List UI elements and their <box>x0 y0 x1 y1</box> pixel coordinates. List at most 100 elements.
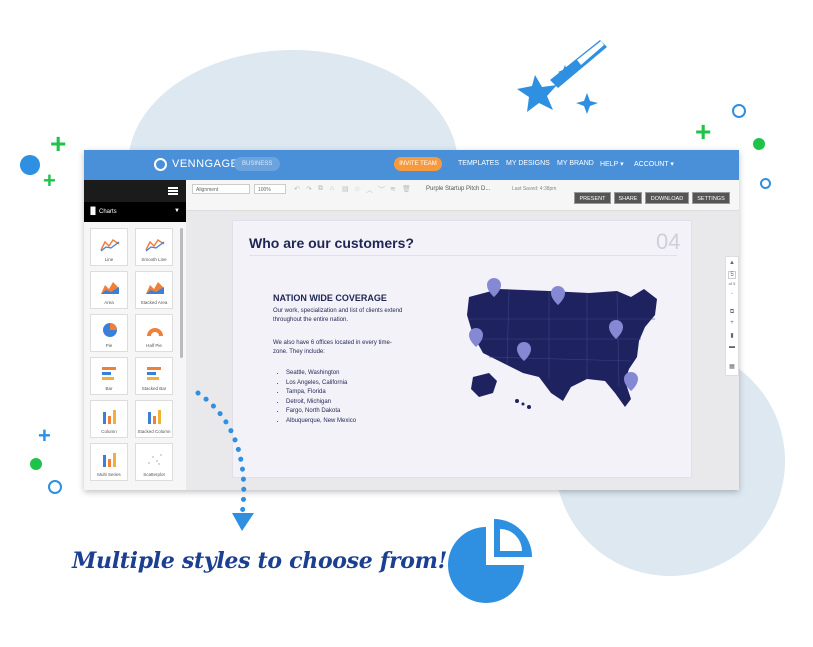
nav-account[interactable]: ACCOUNT ▾ <box>634 160 674 168</box>
settings-button[interactable]: SETTINGS <box>692 192 730 204</box>
grid-icon[interactable]: ▦ <box>726 363 738 370</box>
slide-canvas[interactable]: Who are our customers? 04 NATION WIDE CO… <box>232 220 692 478</box>
chart-tile-stacked-bar[interactable]: Stacked Bar <box>135 357 173 395</box>
copy-icon[interactable]: ⧉ <box>318 185 323 193</box>
pie-chart-icon <box>448 519 532 603</box>
add-page-icon[interactable]: + <box>726 320 738 326</box>
plus-decoration: + <box>50 128 67 159</box>
present-button[interactable]: PRESENT <box>574 192 611 204</box>
chart-tile-stacked-column[interactable]: Stacked Column <box>135 400 173 438</box>
us-map-image[interactable] <box>459 269 669 419</box>
plus-decoration: + <box>43 168 56 193</box>
delete-page-icon[interactable]: ▮ <box>726 332 738 339</box>
dot-decoration <box>753 138 765 150</box>
plan-badge: BUSINESS <box>234 157 281 171</box>
download-button[interactable]: DOWNLOAD <box>645 192 689 204</box>
zoom-select[interactable]: 100% <box>254 184 286 194</box>
chart-type-panel: Line Smooth Line Area Stacked Area Pie Half P… <box>84 222 186 490</box>
chart-tile-label: Area <box>104 300 114 305</box>
half-pie-chart-icon <box>145 322 165 338</box>
star-icon[interactable]: ☆ <box>354 185 360 193</box>
page-number-input[interactable]: 5 <box>728 271 736 279</box>
slide-number[interactable]: 04 <box>656 229 680 255</box>
last-saved-status: Last Saved: 4:38pm <box>512 186 557 192</box>
list-item: Los Angeles, California <box>286 379 356 389</box>
chevron-down-icon: ▼ <box>174 208 180 214</box>
chart-tile-label: Bar <box>105 386 113 391</box>
column-chart-icon <box>100 408 120 424</box>
dot-decoration <box>20 155 40 175</box>
chart-tile-label: Column <box>101 429 117 434</box>
venngage-logo-icon[interactable] <box>154 158 167 171</box>
charts-category-select[interactable]: ▐▌ Charts ▼ <box>84 202 186 222</box>
nav-my-brand[interactable]: MY BRAND <box>557 160 594 167</box>
duplicate-page-icon[interactable]: ⧉ <box>726 309 738 316</box>
bar-chart-icon <box>100 365 120 381</box>
chart-tile-label: Scatterplot <box>143 472 165 477</box>
chart-tile-pie[interactable]: Pie <box>90 314 128 352</box>
layers-icon[interactable]: ≋ <box>390 185 396 193</box>
smooth-line-chart-icon <box>145 236 165 252</box>
slide-nav-toolbar: ▲ 5 of 5 ⌄ ⧉ + ▮ ▬ ▦ <box>725 256 739 376</box>
panel-scrollbar[interactable] <box>180 228 183 358</box>
multi-series-chart-icon <box>100 451 120 467</box>
menu-icon[interactable] <box>168 187 178 195</box>
invite-team-button[interactable]: INVITE TEAM <box>394 157 442 171</box>
nav-help[interactable]: HELP ▾ <box>600 160 624 168</box>
list-item: Tampa, Florida <box>286 388 356 398</box>
lock-icon[interactable]: ⌂ <box>330 185 334 192</box>
chevron-up-icon[interactable]: ▲ <box>726 260 738 266</box>
chart-tile-column[interactable]: Column <box>90 400 128 438</box>
share-button[interactable]: SHARE <box>614 192 642 204</box>
offices-list[interactable]: Seattle, Washington Los Angeles, Califor… <box>273 369 356 426</box>
chart-tile-scatterplot[interactable]: Scatterplot <box>135 443 173 481</box>
plus-decoration: + <box>695 116 712 147</box>
magic-wand-icon <box>517 40 607 114</box>
chart-tile-label: Smooth Line <box>141 257 167 262</box>
divider <box>249 255 677 256</box>
slide-title[interactable]: Who are our customers? <box>249 235 414 251</box>
chart-tile-smooth-line[interactable]: Smooth Line <box>135 228 173 266</box>
list-item: Detroit, Michigan <box>286 398 356 408</box>
top-nav-bar: VENNGAGE BUSINESS INVITE TEAM TEMPLATES … <box>84 150 739 180</box>
document-name[interactable]: Purple Startup Pitch D... <box>426 186 490 192</box>
ring-decoration <box>732 104 746 118</box>
chart-tile-multi-series[interactable]: Multi Series <box>90 443 128 481</box>
page-total: of 5 <box>728 281 736 286</box>
alignment-select[interactable]: Alignment <box>192 184 250 194</box>
stacked-bar-chart-icon <box>145 365 165 381</box>
stacked-column-chart-icon <box>145 408 165 424</box>
chevron-up-icon[interactable]: ︿ <box>366 185 373 195</box>
bar-chart-icon: ▐▌ <box>88 208 98 215</box>
logo-text[interactable]: VENNGAGE <box>172 158 238 170</box>
chart-tile-line[interactable]: Line <box>90 228 128 266</box>
chart-tile-bar[interactable]: Bar <box>90 357 128 395</box>
chart-tile-half-pie[interactable]: Half Pie <box>135 314 173 352</box>
chart-tile-label: Pie <box>105 343 113 348</box>
stacked-area-chart-icon <box>145 279 165 295</box>
offices-paragraph[interactable]: We also have 6 offices located in every … <box>273 339 403 357</box>
chart-tile-label: Stacked Bar <box>141 386 167 391</box>
ring-decoration <box>48 480 62 494</box>
chevron-down-icon[interactable]: ⌄ <box>726 289 738 296</box>
chart-tile-label: Stacked Area <box>140 300 168 305</box>
comment-icon[interactable]: ▬ <box>726 344 738 350</box>
paste-icon[interactable]: ▤ <box>342 185 349 193</box>
app-window: VENNGAGE BUSINESS INVITE TEAM TEMPLATES … <box>84 150 739 490</box>
scatterplot-chart-icon <box>145 451 165 467</box>
plus-decoration: + <box>38 423 51 448</box>
coverage-heading[interactable]: NATION WIDE COVERAGE <box>273 293 387 303</box>
nav-my-designs[interactable]: MY DESIGNS <box>506 160 550 167</box>
dotted-arrow-icon <box>195 390 254 531</box>
coverage-paragraph[interactable]: Our work, specialization and list of cli… <box>273 307 403 325</box>
trash-icon[interactable]: 🗑︎ <box>402 185 411 193</box>
chevron-down-icon[interactable]: ﹀ <box>378 185 385 195</box>
chart-tile-label: Multi Series <box>97 472 121 477</box>
redo-icon[interactable]: ↷ <box>306 185 312 193</box>
undo-icon[interactable]: ↶ <box>294 185 300 193</box>
list-item: Fargo, North Dakota <box>286 407 356 417</box>
charts-label: Charts <box>99 209 117 215</box>
nav-templates[interactable]: TEMPLATES <box>458 160 499 167</box>
chart-tile-area[interactable]: Area <box>90 271 128 309</box>
chart-tile-stacked-area[interactable]: Stacked Area <box>135 271 173 309</box>
